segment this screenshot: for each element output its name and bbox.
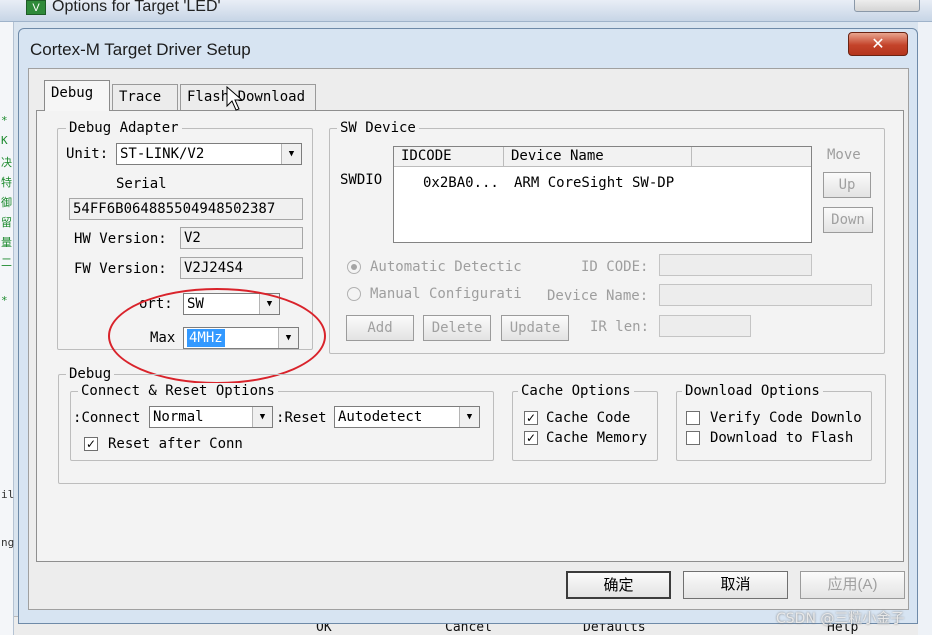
side-mark: * (1, 114, 8, 127)
connect-select[interactable]: Normal ▼ (149, 406, 273, 428)
reset-value: Autodetect (338, 409, 423, 425)
side-mark: 二 (1, 256, 12, 269)
column-header-device-name[interactable]: Device Name (504, 147, 692, 167)
manual-configuration-radio[interactable] (347, 287, 361, 301)
unit-value: ST-LINK/V2 (120, 146, 205, 162)
manual-configuration-label: Manual Configurati (370, 286, 522, 302)
download-to-flash-label: Download to Flash (710, 430, 854, 446)
connect-value: Normal (153, 409, 204, 425)
side-mark: * (1, 294, 8, 307)
chevron-down-icon: ▼ (281, 144, 301, 164)
apply-button[interactable]: 应用(A) (800, 571, 905, 599)
verify-code-download-checkbox[interactable] (686, 411, 700, 425)
download-options-label: Download Options (682, 383, 823, 399)
move-up-button[interactable]: Up (823, 172, 871, 198)
side-mark: 御 (1, 196, 12, 209)
hw-version-label: HW Version: (74, 231, 167, 247)
outer-left-strip: * K 决 特 御 留 量 二 * il ng (0, 22, 14, 635)
cache-memory-checkbox[interactable]: ✓ (524, 431, 538, 445)
move-label: Move (827, 147, 861, 163)
serial-field: 54FF6B064885504948502387 (69, 198, 303, 220)
id-code-label: ID CODE: (581, 259, 649, 275)
unit-label: Unit: (66, 146, 109, 162)
side-fragment: il (1, 488, 15, 501)
fw-version-field: V2J24S4 (180, 257, 303, 279)
cache-code-checkbox[interactable]: ✓ (524, 411, 538, 425)
sw-device-label: SW Device (337, 120, 419, 136)
column-header-idcode[interactable]: IDCODE (394, 147, 504, 167)
swdio-label: SWDIO (340, 172, 383, 188)
update-button[interactable]: Update (501, 315, 569, 341)
id-code-input[interactable] (659, 254, 812, 276)
mouse-cursor-icon (226, 86, 244, 111)
cache-options-label: Cache Options (518, 383, 634, 399)
outer-close-button[interactable] (854, 0, 920, 12)
tab-trace[interactable]: Trace (112, 84, 178, 110)
side-mark: 特 (1, 176, 12, 189)
keil-app-icon: V (26, 0, 46, 15)
fw-version-label: FW Version: (74, 261, 167, 277)
side-mark: 留 (1, 216, 12, 229)
side-mark: 量 (1, 236, 12, 249)
chevron-down-icon: ▼ (252, 407, 272, 427)
move-down-button[interactable]: Down (823, 207, 873, 233)
dialog-title: Cortex-M Target Driver Setup (30, 40, 251, 59)
row-device-name: ARM CoreSight SW-DP (514, 175, 675, 191)
delete-button[interactable]: Delete (423, 315, 491, 341)
red-annotation-circle (108, 288, 326, 384)
tab-flash-download[interactable]: Flash Download (180, 84, 316, 110)
chevron-down-icon: ▼ (459, 407, 479, 427)
cancel-button[interactable]: 取消 (683, 571, 788, 599)
hw-version-field: V2 (180, 227, 303, 249)
automatic-detection-label: Automatic Detectic (370, 259, 522, 275)
serial-label: Serial (116, 176, 167, 192)
ir-len-input[interactable] (659, 315, 751, 337)
reset-label: Reset: (276, 410, 327, 426)
verify-code-download-label: Verify Code Downlo (710, 410, 862, 426)
row-idcode: 0x2BA0... (423, 175, 499, 191)
unit-select[interactable]: ST-LINK/V2 ▼ (116, 143, 302, 165)
dialog-close-button[interactable]: ✕ (848, 32, 908, 56)
ok-button[interactable]: 确定 (566, 571, 671, 599)
device-name-input[interactable] (659, 284, 872, 306)
connect-label: Connect: (73, 410, 141, 426)
outer-right-strip (918, 22, 932, 635)
tab-debug[interactable]: Debug (44, 80, 110, 111)
device-name-label: Device Name: (547, 288, 649, 304)
side-mark: K (1, 134, 8, 147)
csdn-watermark: CSDN @三粒小金子 (776, 611, 905, 627)
download-to-flash-checkbox[interactable] (686, 431, 700, 445)
debug-adapter-label: Debug Adapter (66, 120, 182, 136)
reset-select[interactable]: Autodetect ▼ (334, 406, 480, 428)
download-options-group (676, 391, 872, 461)
connect-reset-label: Connect & Reset Options (78, 383, 278, 399)
cache-options-group (512, 391, 658, 461)
close-icon: ✕ (871, 34, 885, 53)
reset-after-connect-checkbox[interactable]: ✓ (84, 437, 98, 451)
cache-code-label: Cache Code (546, 410, 631, 426)
outer-window-title: Options for Target 'LED' (52, 0, 221, 15)
reset-after-connect-label: Reset after Conn (108, 436, 243, 452)
table-row[interactable]: 0x2BA0... ARM CoreSight SW-DP (394, 175, 811, 195)
sw-device-table[interactable]: IDCODE Device Name 0x2BA0... ARM CoreSig… (393, 146, 812, 243)
cache-memory-label: Cache Memory (546, 430, 648, 446)
ir-len-label: IR len: (590, 319, 650, 335)
side-mark: 决 (1, 156, 12, 169)
automatic-detection-radio[interactable] (347, 260, 361, 274)
debug-options-label: Debug (66, 366, 115, 382)
side-fragment: ng (1, 536, 15, 549)
add-button[interactable]: Add (346, 315, 414, 341)
column-header-empty (692, 147, 811, 167)
